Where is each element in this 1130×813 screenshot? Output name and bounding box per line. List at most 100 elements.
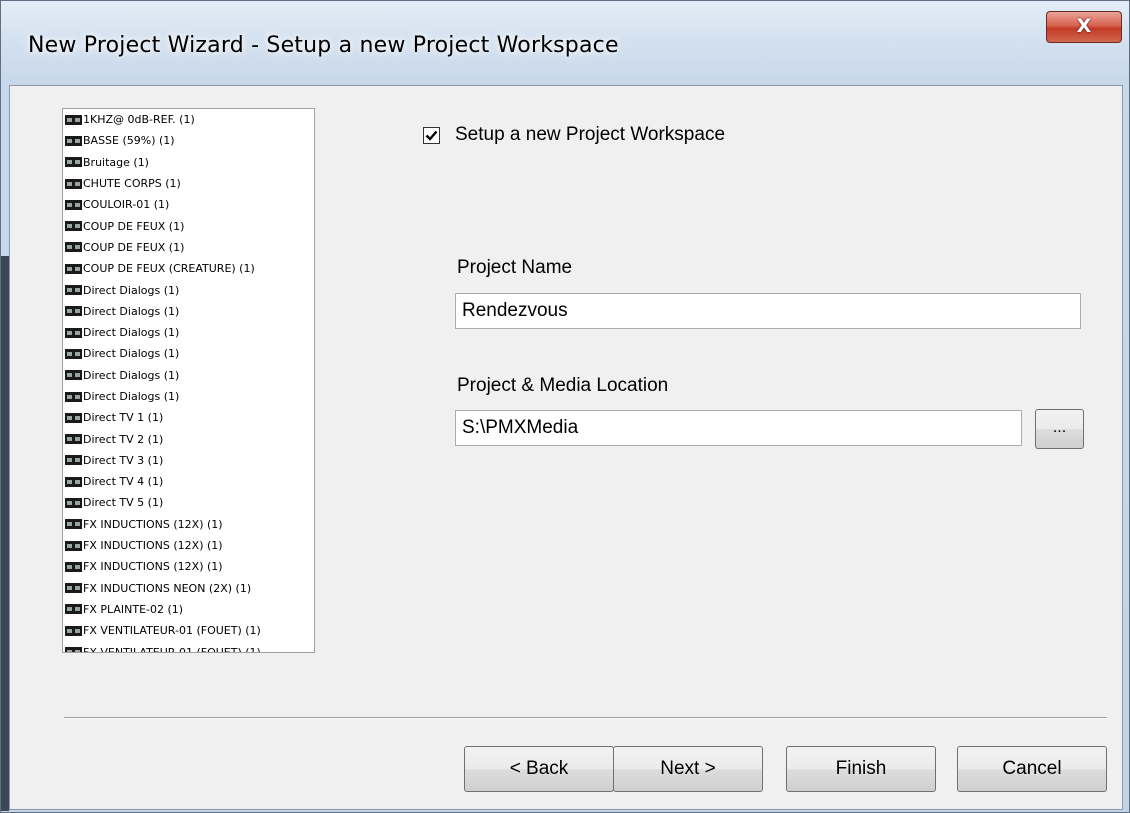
list-item-label: Direct Dialogs (1) xyxy=(83,390,180,403)
wizard-content: 1KHZ@ 0dB-REF. (1) BASSE (59%) (1) Bruitag… xyxy=(9,85,1123,810)
list-item-label: COUP DE FEUX (1) xyxy=(83,240,185,254)
audio-clip-icon xyxy=(65,455,82,466)
audio-clip-icon xyxy=(65,306,82,317)
list-item-label: COUP DE FEUX (CREATURE) (1) xyxy=(83,262,255,276)
audio-clip-icon xyxy=(65,434,82,445)
list-item[interactable]: 1KHZ@ 0dB-REF. (1) xyxy=(63,109,314,130)
list-item-label: Direct Dialogs (1) xyxy=(83,304,180,318)
audio-clip-icon xyxy=(65,263,82,274)
list-item[interactable]: FX VENTILATEUR-01 (FOUET) (1) xyxy=(63,620,314,641)
list-item[interactable]: Bruitage (1) xyxy=(63,152,314,173)
list-item-label: Direct Dialogs (1) xyxy=(83,326,180,340)
list-item-label: Direct TV 1 (1) xyxy=(83,411,164,425)
audio-clip-icon xyxy=(65,242,82,253)
list-item-label: COULOIR-01 (1) xyxy=(83,198,170,212)
wizard-window: New Project Wizard - Setup a new Project… xyxy=(0,0,1130,813)
list-item[interactable]: COULOIR-01 (1) xyxy=(63,194,314,215)
list-item-label: CHUTE CORPS (1) xyxy=(83,177,181,191)
list-item[interactable]: FX VENTILATEUR-01 (FOUET) (1) xyxy=(63,641,314,653)
list-item[interactable]: COUP DE FEUX (1) xyxy=(63,215,314,236)
audio-clip-icon xyxy=(65,561,82,572)
list-item[interactable]: BASSE (59%) (1) xyxy=(63,130,314,151)
list-item-label: FX VENTILATEUR-01 (FOUET) (1) xyxy=(83,645,261,653)
audio-clip-icon xyxy=(65,178,82,189)
audio-clip-icon xyxy=(65,583,82,594)
back-button[interactable]: < Back xyxy=(464,746,614,792)
list-item[interactable]: FX INDUCTIONS NEON (2X) (1) xyxy=(63,578,314,599)
list-item-label: BASSE (59%) (1) xyxy=(83,134,175,148)
list-item-label: FX INDUCTIONS NEON (2X) (1) xyxy=(83,581,252,595)
list-item[interactable]: FX INDUCTIONS (12X) (1) xyxy=(63,556,314,577)
list-item-label: Direct TV 2 (1) xyxy=(83,432,164,446)
separator xyxy=(64,717,1107,719)
browse-button[interactable]: ... xyxy=(1035,409,1084,449)
list-item[interactable]: FX INDUCTIONS (12X) (1) xyxy=(63,514,314,535)
audio-clip-icon xyxy=(65,604,82,615)
audio-clip-icon xyxy=(65,285,82,296)
list-item-label: Bruitage (1) xyxy=(83,155,149,169)
cancel-button[interactable]: Cancel xyxy=(957,746,1107,792)
list-item[interactable]: FX INDUCTIONS (12X) (1) xyxy=(63,535,314,556)
list-item-label: FX VENTILATEUR-01 (FOUET) (1) xyxy=(83,624,261,638)
list-item-label: Direct TV 3 (1) xyxy=(83,453,164,467)
list-item-label: FX INDUCTIONS (12X) (1) xyxy=(83,560,223,574)
audio-clip-icon xyxy=(65,199,82,210)
list-item[interactable]: Direct Dialogs (1) xyxy=(63,322,314,343)
list-item-label: Direct TV 4 (1) xyxy=(83,475,164,489)
audio-clip-icon xyxy=(65,497,82,508)
audio-clip-icon xyxy=(65,412,82,423)
list-item-label: Direct TV 5 (1) xyxy=(83,496,164,510)
window-edge xyxy=(1,256,9,811)
list-item[interactable]: Direct TV 1 (1) xyxy=(63,407,314,428)
title-bar[interactable]: New Project Wizard - Setup a new Project… xyxy=(1,1,1129,85)
list-item-label: FX INDUCTIONS (12X) (1) xyxy=(83,539,223,553)
list-item-label: 1KHZ@ 0dB-REF. (1) xyxy=(83,113,195,127)
list-item[interactable]: COUP DE FEUX (1) xyxy=(63,237,314,258)
audio-clip-icon xyxy=(65,476,82,487)
audio-clip-icon xyxy=(65,370,82,381)
setup-workspace-label: Setup a new Project Workspace xyxy=(455,124,726,145)
list-item[interactable]: Direct Dialogs (1) xyxy=(63,343,314,364)
list-item[interactable]: Direct TV 3 (1) xyxy=(63,450,314,471)
setup-workspace-checkbox-row[interactable]: Setup a new Project Workspace xyxy=(423,124,725,146)
finish-button[interactable]: Finish xyxy=(786,746,936,792)
list-item[interactable]: CHUTE CORPS (1) xyxy=(63,173,314,194)
project-name-label: Project Name xyxy=(457,257,573,278)
setup-workspace-checkbox[interactable] xyxy=(423,126,440,144)
media-location-label: Project & Media Location xyxy=(457,375,669,396)
media-location-input[interactable] xyxy=(455,410,1022,446)
checkmark-icon xyxy=(425,130,438,141)
window-title: New Project Wizard - Setup a new Project… xyxy=(28,33,619,58)
list-item[interactable]: Direct Dialogs (1) xyxy=(63,301,314,322)
list-item[interactable]: Direct Dialogs (1) xyxy=(63,386,314,407)
audio-clip-icon xyxy=(65,391,82,402)
list-item-label: Direct Dialogs (1) xyxy=(83,283,180,297)
project-name-input[interactable] xyxy=(455,293,1081,329)
audio-clip-icon xyxy=(65,327,82,338)
list-item-label: FX INDUCTIONS (12X) (1) xyxy=(83,517,223,531)
list-item[interactable]: Direct Dialogs (1) xyxy=(63,279,314,300)
list-item-label: Direct Dialogs (1) xyxy=(83,347,180,361)
list-item-label: Direct Dialogs (1) xyxy=(83,368,180,382)
audio-clip-icon xyxy=(65,221,82,232)
audio-clip-icon xyxy=(65,348,82,359)
list-item[interactable]: Direct TV 5 (1) xyxy=(63,492,314,513)
list-item[interactable]: FX PLAINTE-02 (1) xyxy=(63,599,314,620)
list-item-label: FX PLAINTE-02 (1) xyxy=(83,602,184,616)
close-icon: X xyxy=(1076,15,1092,37)
list-item-label: COUP DE FEUX (1) xyxy=(83,219,185,233)
audio-clip-icon xyxy=(65,647,82,652)
next-button[interactable]: Next > xyxy=(613,746,763,792)
list-item[interactable]: COUP DE FEUX (CREATURE) (1) xyxy=(63,258,314,279)
audio-clip-icon xyxy=(65,540,82,551)
audio-clip-icon xyxy=(65,157,82,168)
audio-clip-icon xyxy=(65,625,82,636)
close-button[interactable]: X xyxy=(1046,11,1122,43)
list-item[interactable]: Direct TV 2 (1) xyxy=(63,428,314,449)
list-item[interactable]: Direct TV 4 (1) xyxy=(63,471,314,492)
audio-clip-icon xyxy=(65,114,82,125)
audio-clip-icon xyxy=(65,519,82,530)
media-file-list[interactable]: 1KHZ@ 0dB-REF. (1) BASSE (59%) (1) Bruitag… xyxy=(62,108,315,653)
audio-clip-icon xyxy=(65,135,82,146)
list-item[interactable]: Direct Dialogs (1) xyxy=(63,365,314,386)
